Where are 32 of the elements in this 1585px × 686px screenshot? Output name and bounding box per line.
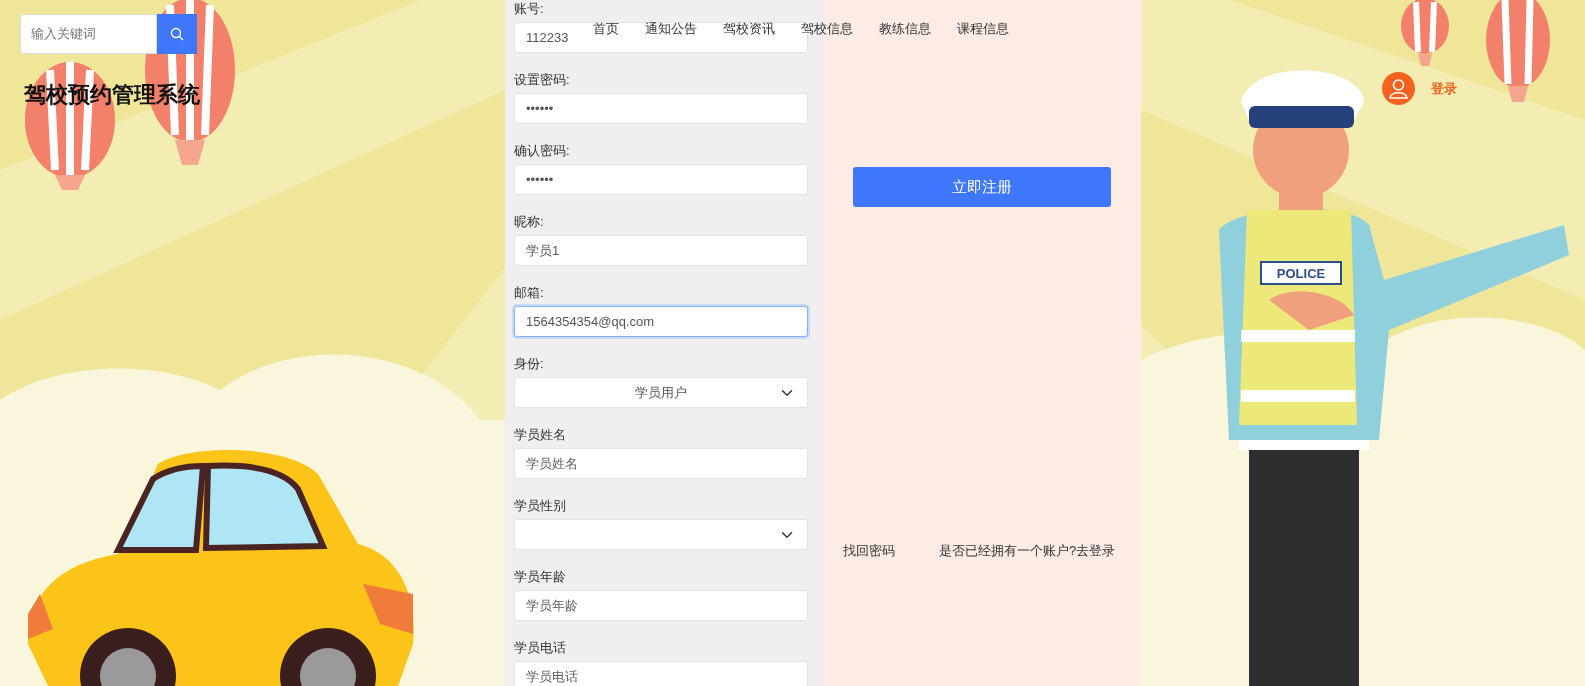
field-label: 学员性别 xyxy=(514,497,567,514)
field-label: 确认密码: xyxy=(514,142,571,159)
search-icon xyxy=(170,27,184,41)
input-field[interactable]: 1564354354@qq.com xyxy=(514,306,808,337)
field-label: 身份: xyxy=(514,355,545,372)
field-label: 设置密码: xyxy=(514,71,571,88)
user-icon[interactable] xyxy=(1382,72,1415,105)
input-field[interactable]: 学员电话 xyxy=(514,661,808,686)
nav-link[interactable]: 教练信息 xyxy=(879,20,931,38)
input-field[interactable]: 学员1 xyxy=(514,235,808,266)
field-label: 学员电话 xyxy=(514,639,567,656)
link[interactable]: 找回密码 xyxy=(843,541,895,561)
field-label: 昵称: xyxy=(514,213,545,230)
nav-link[interactable]: 通知公告 xyxy=(645,20,697,38)
field-label: 账号: xyxy=(514,0,545,17)
search-button[interactable] xyxy=(157,14,197,54)
nav-link[interactable]: 首页 xyxy=(593,20,619,38)
input-field[interactable]: •••••• xyxy=(514,93,808,124)
field-label: 邮箱: xyxy=(514,284,545,301)
select-field[interactable]: 学员用户 xyxy=(514,377,808,408)
field-label: 学员年龄 xyxy=(514,568,567,585)
input-field[interactable]: 学员姓名 xyxy=(514,448,808,479)
field-label: 学员姓名 xyxy=(514,426,567,443)
link[interactable]: 是否已经拥有一个账户?去登录 xyxy=(939,541,1116,561)
nav-link[interactable]: 驾校资讯 xyxy=(723,20,775,38)
nav-link[interactable]: 课程信息 xyxy=(957,20,1009,38)
select-field[interactable] xyxy=(514,519,808,550)
hot-air-balloon-drawing xyxy=(1401,0,1449,66)
input-field[interactable]: •••••• xyxy=(514,164,808,195)
input-field[interactable]: 学员年龄 xyxy=(514,590,808,621)
search-field[interactable]: 输入关键词 xyxy=(20,14,157,54)
register-button[interactable]: 立即注册 xyxy=(853,167,1111,207)
